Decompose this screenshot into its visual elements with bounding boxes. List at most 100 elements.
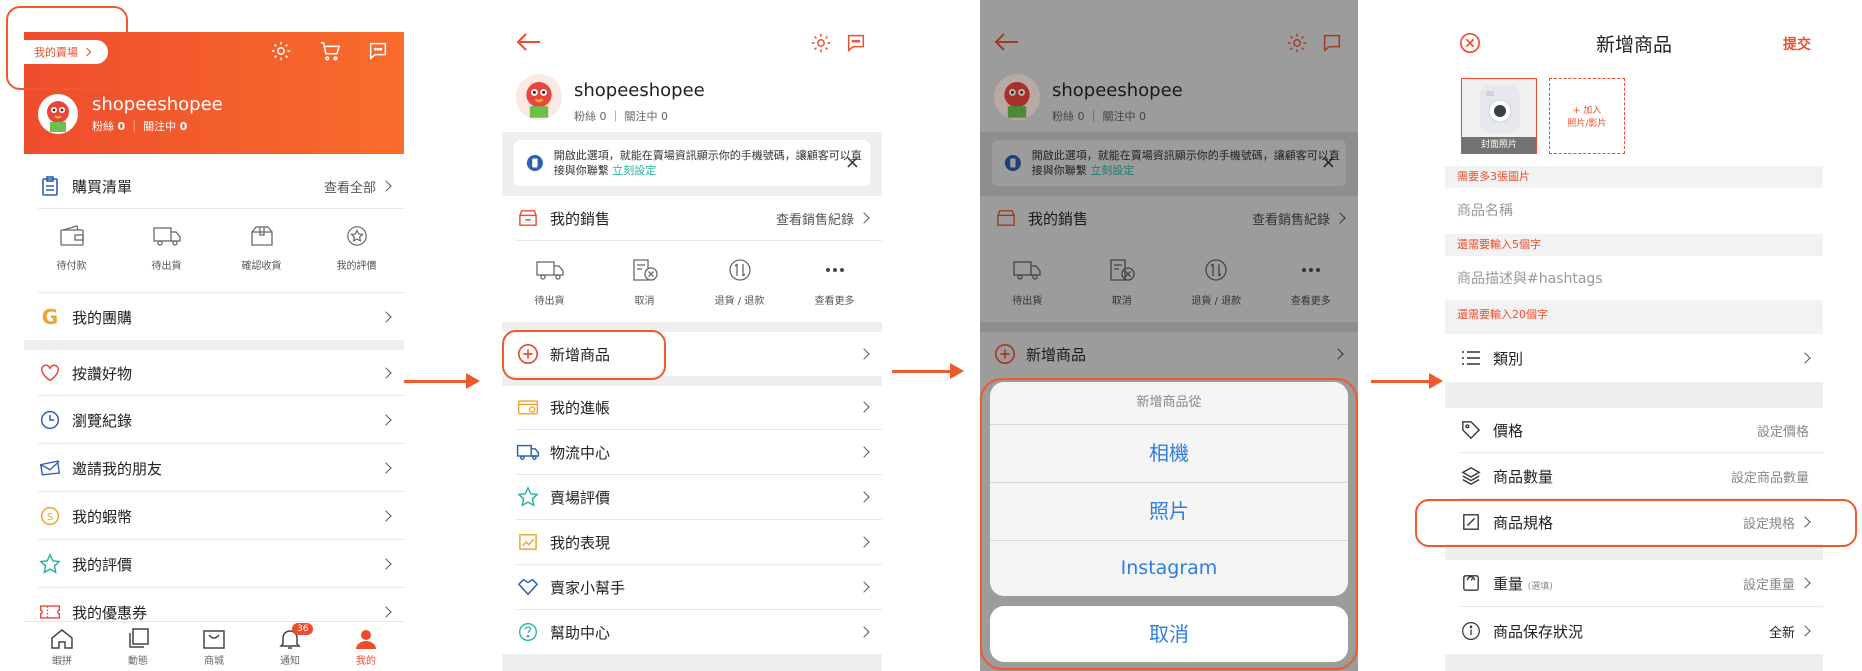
chevron-right-icon bbox=[858, 491, 870, 503]
shop-icon bbox=[516, 206, 540, 230]
price-row[interactable]: 價格 設定價格 bbox=[1445, 408, 1823, 452]
submit-button[interactable]: 提交 bbox=[1783, 34, 1811, 54]
purchase-list-label: 購買清單 bbox=[72, 177, 133, 196]
sales-status-label: 取消 bbox=[1111, 296, 1132, 307]
quantity-row[interactable]: 商品數量 設定商品數量 bbox=[1445, 454, 1823, 498]
menu-item-group-buy[interactable]: G 我的團購 bbox=[24, 297, 404, 337]
sales-status-cancelled[interactable]: 取消 bbox=[597, 258, 692, 307]
follow-stats: 粉絲 0 ｜ 關注中 0 bbox=[92, 120, 188, 133]
my-sales-row[interactable]: 我的銷售 查看銷售紀錄 bbox=[980, 196, 1358, 240]
sales-status-refund[interactable]: 退貨 / 退款 bbox=[1169, 258, 1264, 307]
shop-icon bbox=[997, 210, 1015, 226]
highlight-spec-row bbox=[1415, 499, 1857, 547]
chevron-right-icon bbox=[858, 446, 870, 458]
tab-me[interactable]: 我的 bbox=[328, 622, 404, 671]
sales-status-to-ship[interactable]: 待出貨 bbox=[980, 258, 1075, 307]
menu-item-liked[interactable]: 按讚好物 bbox=[24, 352, 404, 394]
add-photo-label: + 加入 bbox=[1572, 106, 1602, 116]
phone-icon bbox=[1004, 154, 1021, 172]
menu-item-history[interactable]: 瀏覽紀錄 bbox=[24, 399, 404, 441]
view-all-link[interactable]: 查看全部 bbox=[324, 177, 392, 196]
menu-item-performance[interactable]: 我的表現 bbox=[502, 521, 882, 563]
my-sales-label: 我的銷售 bbox=[550, 209, 611, 228]
chat-icon[interactable] bbox=[366, 40, 390, 62]
truck-icon bbox=[152, 227, 181, 246]
divider bbox=[38, 539, 404, 540]
menu-item-invite[interactable]: 邀請我的朋友 bbox=[24, 447, 404, 489]
view-sales-link[interactable]: 查看銷售紀錄 bbox=[1252, 209, 1346, 228]
menu-item-logistics[interactable]: 物流中心 bbox=[502, 431, 882, 473]
menu-item-income[interactable]: 我的進帳 bbox=[502, 386, 882, 428]
chart-icon bbox=[516, 530, 540, 554]
plus-circle-icon bbox=[995, 344, 1015, 364]
product-description-input[interactable]: 商品描述與#hashtags bbox=[1445, 256, 1823, 300]
list-icon bbox=[1459, 346, 1483, 370]
instant-camera-image bbox=[1480, 85, 1520, 133]
menu-item-coins[interactable]: S 我的蝦幣 bbox=[24, 495, 404, 537]
sales-status-to-ship[interactable]: 待出貨 bbox=[502, 258, 597, 307]
divider bbox=[1459, 452, 1823, 453]
chat-icon[interactable] bbox=[1320, 32, 1344, 54]
order-status-to-receive[interactable]: 確認收貨 bbox=[214, 225, 309, 272]
add-photo-button[interactable]: + 加入 照片/影片 bbox=[1549, 78, 1625, 154]
divider bbox=[38, 587, 404, 588]
notice-set-now-link[interactable]: 立刻設定 bbox=[1090, 164, 1134, 177]
order-status-review[interactable]: 我的評價 bbox=[309, 225, 404, 272]
condition-label: 商品保存狀況 bbox=[1493, 622, 1584, 641]
close-icon[interactable]: × bbox=[1321, 152, 1336, 173]
tab-feed[interactable]: 動態 bbox=[100, 622, 176, 671]
menu-item-label: 物流中心 bbox=[550, 443, 611, 462]
tab-mall[interactable]: 商城 bbox=[176, 622, 252, 671]
menu-item-label: 我的評價 bbox=[72, 555, 133, 574]
phone-notice-banner: 開啟此選項，就能在賣場資訊顯示你的手機號碼，讓顧客可以直接與你聯繫 立刻設定 × bbox=[514, 140, 870, 186]
back-arrow-icon[interactable] bbox=[516, 32, 542, 52]
sales-status-refund[interactable]: 退貨 / 退款 bbox=[692, 258, 787, 307]
add-product-row[interactable]: 新增商品 bbox=[980, 332, 1358, 376]
menu-item-label: 幫助中心 bbox=[550, 623, 611, 642]
back-arrow-icon[interactable] bbox=[994, 32, 1020, 52]
clipboard-icon bbox=[38, 174, 62, 198]
star-icon bbox=[516, 485, 540, 509]
help-circle-icon bbox=[516, 620, 540, 644]
notice-set-now-link[interactable]: 立刻設定 bbox=[612, 164, 656, 177]
person-icon bbox=[356, 630, 376, 649]
chevron-right-icon bbox=[858, 626, 870, 638]
price-value: 設定價格 bbox=[1756, 424, 1809, 440]
order-status-to-ship[interactable]: 待出貨 bbox=[119, 225, 214, 272]
view-sales-link[interactable]: 查看銷售紀錄 bbox=[776, 209, 870, 228]
category-row[interactable]: 類別 bbox=[1445, 334, 1823, 382]
cover-photo[interactable]: 封面照片 bbox=[1461, 78, 1537, 154]
menu-item-reviews[interactable]: 我的評價 bbox=[24, 543, 404, 585]
tab-home[interactable]: 蝦拼 bbox=[24, 622, 100, 671]
photo-hint: 需要多3張圖片 bbox=[1445, 166, 1823, 188]
highlight-action-sheet bbox=[980, 378, 1358, 670]
menu-item-seller-assistant[interactable]: 賣家小幫手 bbox=[502, 566, 882, 608]
menu-item-shop-rating[interactable]: 賣場評價 bbox=[502, 476, 882, 518]
condition-row[interactable]: 商品保存狀況 全新 bbox=[1445, 608, 1823, 654]
arrow-step-3 bbox=[1371, 373, 1443, 389]
sales-status-label: 待出貨 bbox=[534, 296, 565, 307]
chevron-right-icon bbox=[380, 462, 392, 474]
gear-icon[interactable] bbox=[270, 40, 292, 62]
sales-status-more[interactable]: 查看更多 bbox=[1264, 258, 1359, 307]
gear-icon[interactable] bbox=[1286, 32, 1308, 54]
svg-text:S: S bbox=[47, 512, 53, 523]
sales-status-label: 查看更多 bbox=[814, 296, 855, 307]
weight-row[interactable]: 重量 (選填) 設定重量 bbox=[1445, 560, 1823, 606]
star-circle-icon bbox=[346, 226, 367, 246]
sales-status-label: 查看更多 bbox=[1290, 296, 1331, 307]
tab-notifications[interactable]: 通知 36 bbox=[252, 622, 328, 671]
product-name-input[interactable]: 商品名稱 bbox=[1445, 188, 1823, 232]
purchase-list-row[interactable]: 購買清單 查看全部 bbox=[24, 166, 404, 206]
sales-status-cancelled[interactable]: 取消 bbox=[1075, 258, 1170, 307]
gear-icon[interactable] bbox=[810, 32, 832, 54]
cart-icon[interactable] bbox=[318, 40, 342, 62]
sales-status-more[interactable]: 查看更多 bbox=[787, 258, 882, 307]
order-status-to-pay[interactable]: 待付款 bbox=[24, 225, 119, 272]
chat-icon[interactable] bbox=[844, 32, 868, 54]
my-sales-row[interactable]: 我的銷售 查看銷售紀錄 bbox=[502, 196, 882, 240]
home-icon bbox=[51, 629, 73, 649]
menu-item-label: 按讚好物 bbox=[72, 364, 133, 383]
menu-item-help-center[interactable]: 幫助中心 bbox=[502, 611, 882, 653]
close-icon[interactable]: × bbox=[845, 152, 860, 173]
